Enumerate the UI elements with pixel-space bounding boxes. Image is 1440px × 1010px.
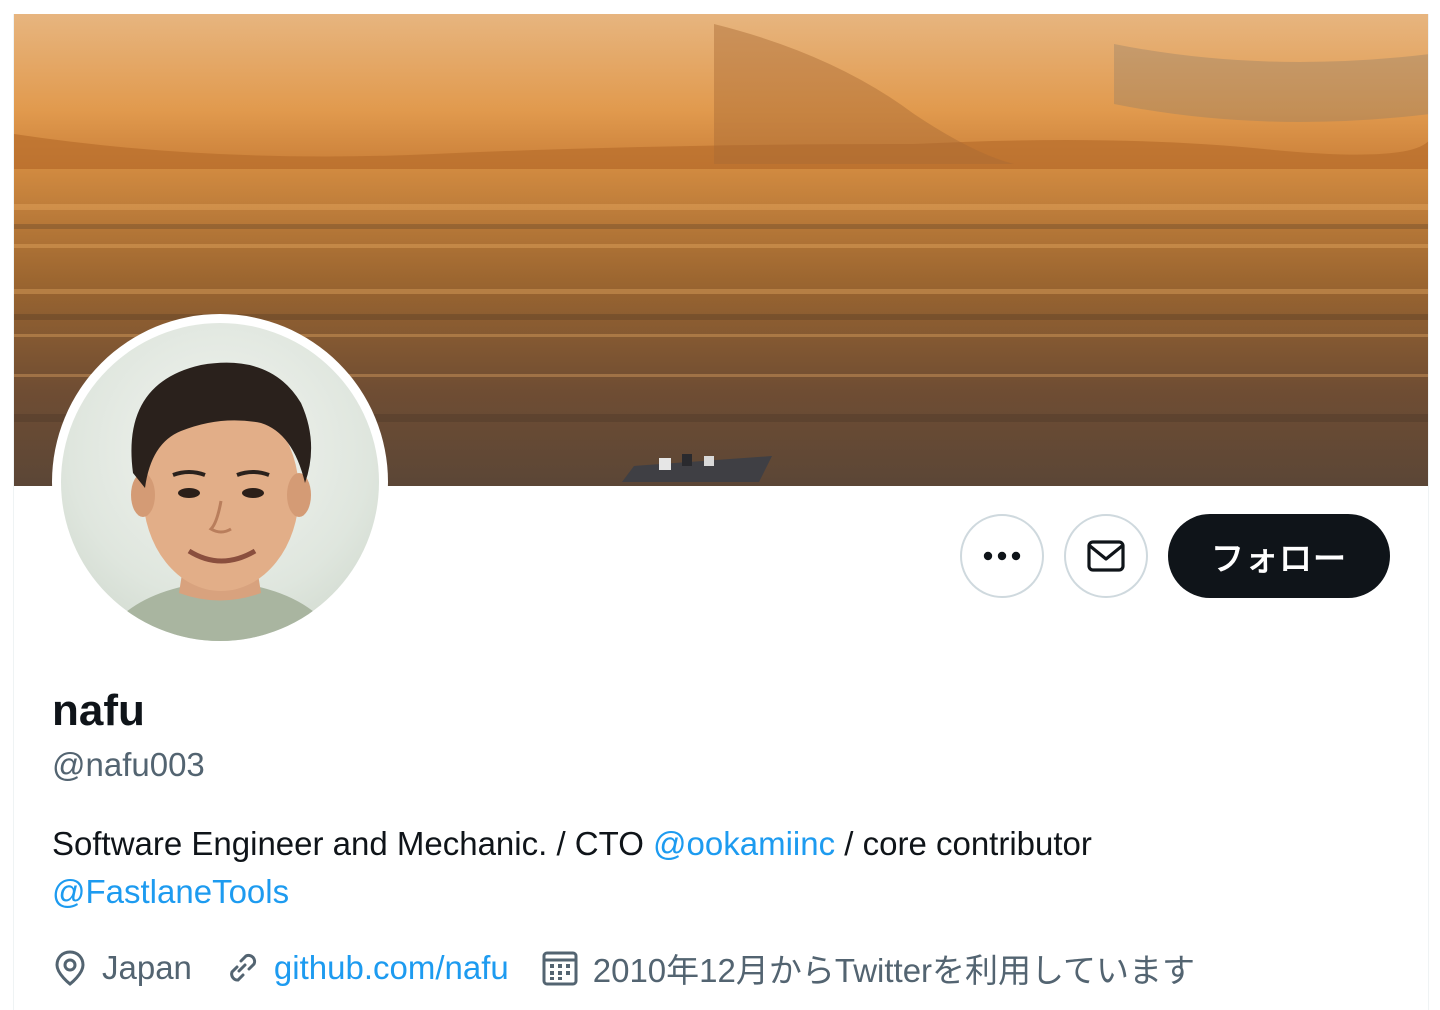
avatar-photo (61, 323, 379, 641)
website-link[interactable]: github.com/nafu (274, 949, 509, 987)
bio-text: / core contributor (835, 825, 1092, 862)
mention-link-fastlanetools[interactable]: @FastlaneTools (52, 873, 289, 910)
link-icon (230, 953, 256, 982)
display-name: nafu (52, 686, 145, 735)
joined-item: 2010年12月からTwitterを利用しています (541, 944, 1195, 992)
location-text: Japan (102, 949, 192, 986)
calendar-icon (542, 951, 578, 986)
location-item: Japan (52, 949, 192, 987)
user-handle: @nafu003 (52, 746, 205, 783)
bio-text: Software Engineer and Mechanic. / CTO (52, 825, 654, 862)
more-options-button[interactable] (960, 514, 1044, 598)
profile-card: フォロー nafu @nafu003 Software Engineer and… (13, 14, 1429, 1010)
profile-actions: フォロー (960, 514, 1390, 598)
avatar[interactable] (52, 314, 388, 650)
envelope-icon (1087, 540, 1125, 572)
joined-date-text: 2010年12月からTwitterを利用しています (592, 952, 1196, 989)
website-item: github.com/nafu (224, 949, 509, 987)
message-button[interactable] (1064, 514, 1148, 598)
follow-button[interactable]: フォロー (1168, 514, 1390, 598)
profile-meta: Japan github.com/nafu 2010年12月からTwitterを… (52, 944, 1227, 992)
location-pin-icon (55, 950, 85, 986)
mention-link-ookamiinc[interactable]: @ookamiinc (653, 825, 835, 862)
more-horizontal-icon (983, 551, 1021, 561)
profile-bio: Software Engineer and Mechanic. / CTO @o… (52, 820, 1392, 916)
